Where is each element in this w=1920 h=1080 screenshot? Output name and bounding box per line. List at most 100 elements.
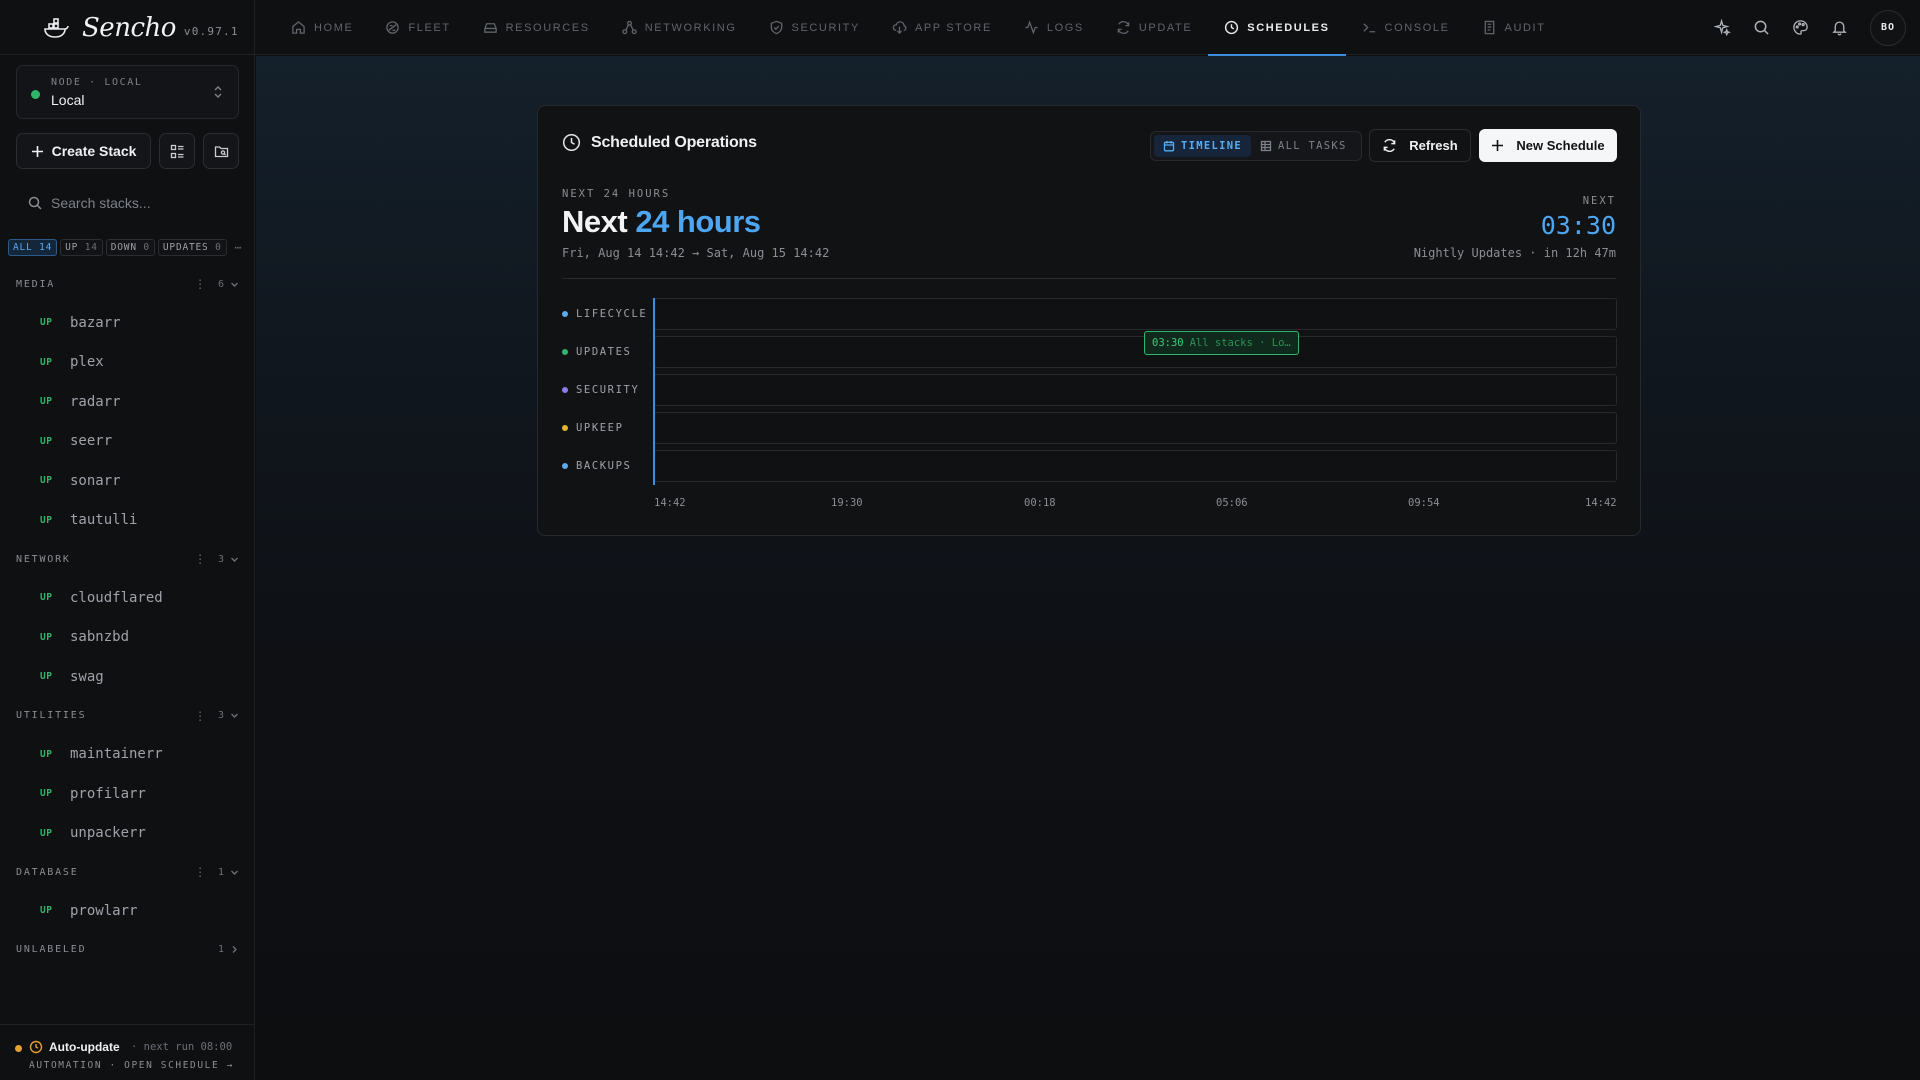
nav-audit[interactable]: AUDIT — [1466, 0, 1562, 55]
group-header-database[interactable]: DATABASE ⋮ 1 — [0, 853, 255, 891]
new-schedule-button[interactable]: New Schedule — [1479, 129, 1617, 162]
search-icon — [28, 196, 42, 210]
group-count: 1 — [217, 944, 224, 955]
main-nav: HOME FLEET RESOURCES NETWORKING SECURITY… — [275, 0, 1562, 56]
stack-item-profilarr[interactable]: UP profilarr — [0, 774, 255, 814]
filter-updates-label: UPDATES — [162, 242, 209, 253]
group-header-unlabeled[interactable]: UNLABELED 1 — [0, 931, 255, 969]
stack-name: tautulli — [70, 512, 138, 529]
auto-update-footer[interactable]: Auto-update · next run 08:00 AUTOMATION … — [0, 1024, 255, 1080]
group-menu-icon[interactable]: ⋮ — [194, 865, 208, 879]
stack-item-radarr[interactable]: UP radarr — [0, 382, 255, 422]
stack-item-tautulli[interactable]: UP tautulli — [0, 501, 255, 541]
stack-item-sonarr[interactable]: UP sonarr — [0, 461, 255, 501]
nav-resources[interactable]: RESOURCES — [467, 0, 606, 55]
user-avatar[interactable]: BO — [1870, 9, 1906, 46]
bell-icon[interactable] — [1831, 19, 1848, 36]
nav-fleet[interactable]: FLEET — [369, 0, 466, 55]
refresh-icon — [1383, 138, 1396, 153]
search-icon[interactable] — [1753, 19, 1770, 36]
lane-security: SECURITY — [562, 374, 1617, 406]
new-schedule-label: New Schedule — [1516, 138, 1605, 153]
node-selector[interactable]: NODE · LOCAL Local — [16, 65, 239, 119]
chevron-right-icon — [232, 946, 237, 953]
node-sublabel: NODE · LOCAL — [51, 77, 143, 88]
lane-track[interactable] — [654, 450, 1617, 482]
lane-label: UPKEEP — [562, 412, 624, 444]
stack-item-unpackerr[interactable]: UP unpackerr — [0, 814, 255, 854]
activity-icon — [1025, 20, 1038, 35]
stack-status: UP — [40, 748, 53, 760]
group-menu-icon[interactable]: ⋮ — [194, 277, 208, 291]
filter-all[interactable]: ALL 14 — [8, 239, 58, 256]
filter-up-label: UP — [65, 242, 79, 253]
terminal-icon — [1362, 23, 1375, 33]
nav-update[interactable]: UPDATE — [1100, 0, 1208, 55]
lane-track[interactable] — [654, 336, 1617, 368]
next-time: 03:30 — [1540, 211, 1616, 240]
tab-all-tasks[interactable]: ALL TASKS — [1251, 135, 1356, 157]
filter-down-label: DOWN — [110, 242, 137, 253]
lane-dot — [562, 311, 568, 317]
folder-button[interactable] — [203, 133, 239, 169]
tab-timeline[interactable]: TIMELINE — [1154, 135, 1251, 157]
group-menu-icon[interactable]: ⋮ — [194, 709, 208, 723]
headline-prefix: Next — [562, 204, 628, 239]
lane-label: BACKUPS — [562, 450, 631, 482]
filter-down-count: 0 — [143, 242, 150, 253]
filter-all-count: 14 — [39, 242, 53, 253]
scheduled-event[interactable]: 03:30 All stacks · Lo… — [1144, 331, 1299, 355]
group-header-utilities[interactable]: UTILITIES ⋮ 3 — [0, 697, 255, 735]
stack-item-maintainerr[interactable]: UP maintainerr — [0, 735, 255, 775]
lane-track[interactable] — [654, 298, 1617, 330]
group-name: UNLABELED — [16, 944, 87, 955]
now-indicator — [653, 298, 655, 485]
nav-console[interactable]: CONSOLE — [1346, 0, 1466, 55]
lane-track[interactable] — [654, 374, 1617, 406]
stack-item-prowlarr[interactable]: UP prowlarr — [0, 891, 255, 931]
axis-tick: 14:42 — [654, 497, 686, 509]
nav-security-label: SECURITY — [791, 21, 860, 34]
node-status-dot — [31, 90, 40, 99]
event-label: All stacks · Lo… — [1189, 337, 1291, 349]
headline-accent: 24 hours — [635, 204, 761, 239]
lane-lifecycle: LIFECYCLE — [562, 298, 1617, 330]
group-header-network[interactable]: NETWORK ⋮ 3 — [0, 540, 255, 578]
more-filters-icon[interactable]: ⋯ — [235, 241, 242, 254]
stack-item-sabnzbd[interactable]: UP sabnzbd — [0, 618, 255, 658]
create-stack-button[interactable]: Create Stack — [16, 133, 151, 169]
list-view-button[interactable] — [159, 133, 195, 169]
stack-item-plex[interactable]: UP plex — [0, 343, 255, 383]
filter-up[interactable]: UP 14 — [60, 239, 103, 256]
nav-app-store[interactable]: APP STORE — [876, 0, 1008, 55]
axis-tick: 05:06 — [1216, 497, 1248, 509]
refresh-button[interactable]: Refresh — [1369, 129, 1471, 162]
refresh-icon — [1117, 21, 1130, 34]
nav-schedules[interactable]: SCHEDULES — [1208, 0, 1346, 56]
nav-networking[interactable]: NETWORKING — [606, 0, 753, 55]
palette-icon[interactable] — [1792, 19, 1809, 36]
stack-status: UP — [40, 827, 53, 839]
nav-security[interactable]: SECURITY — [753, 0, 876, 55]
stack-item-bazarr[interactable]: UP bazarr — [0, 303, 255, 343]
nav-logs[interactable]: LOGS — [1008, 0, 1100, 55]
card-title-text: Scheduled Operations — [591, 133, 757, 151]
brand[interactable]: Sencho v0.97.1 — [0, 0, 255, 55]
open-schedule-link[interactable]: AUTOMATION · OPEN SCHEDULE → — [29, 1060, 234, 1071]
stack-name: prowlarr — [70, 902, 138, 919]
filter-down[interactable]: DOWN 0 — [105, 239, 155, 256]
stack-item-seerr[interactable]: UP seerr — [0, 422, 255, 462]
stack-search-input[interactable] — [51, 195, 231, 211]
lane-track[interactable] — [654, 412, 1617, 444]
group-header-media[interactable]: MEDIA ⋮ 6 — [0, 265, 255, 303]
group-menu-icon[interactable]: ⋮ — [194, 552, 208, 566]
stack-item-swag[interactable]: UP swag — [0, 657, 255, 697]
stack-search[interactable] — [16, 188, 239, 218]
nav-home[interactable]: HOME — [275, 0, 369, 55]
tab-timeline-label: TIMELINE — [1181, 140, 1242, 152]
stack-item-cloudflared[interactable]: UP cloudflared — [0, 578, 255, 618]
main-content: Scheduled Operations TIMELINE ALL TASKS … — [256, 56, 1920, 1080]
range-headline: Next 24 hours — [562, 204, 761, 240]
filter-updates[interactable]: UPDATES 0 — [157, 239, 227, 256]
sparkle-icon[interactable] — [1714, 19, 1731, 36]
